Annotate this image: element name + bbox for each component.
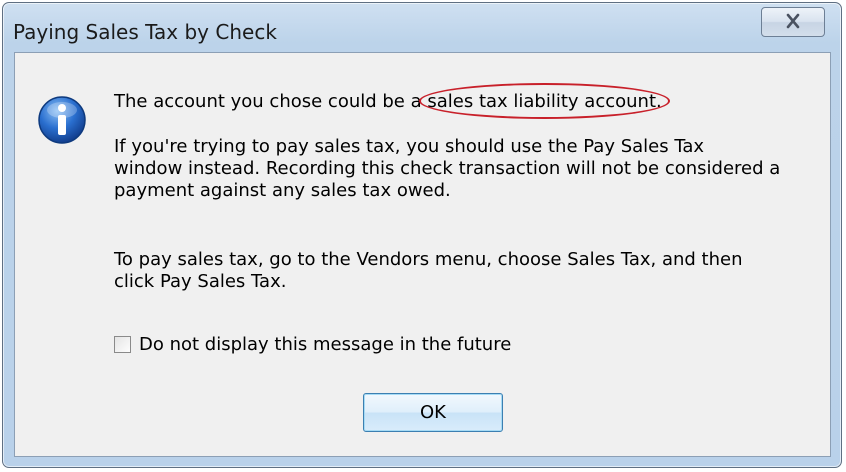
message-line-1: The account you chose could be a sales t… [114, 83, 670, 119]
highlighted-phrase-text: sales tax liability account. [427, 91, 662, 112]
close-icon [782, 10, 804, 34]
message-para-2-line-3: payment against any sales tax owed. [114, 180, 451, 201]
do-not-display-label[interactable]: Do not display this message in the futur… [139, 334, 511, 355]
info-icon [37, 95, 87, 145]
highlighted-phrase: sales tax liability account. [419, 83, 670, 119]
close-button[interactable] [761, 7, 825, 37]
message-para-2-line-2: window instead. Recording this check tra… [114, 158, 781, 179]
do-not-display-option[interactable]: Do not display this message in the futur… [114, 334, 511, 355]
ok-button[interactable]: OK [363, 393, 503, 432]
message-para-3-line-1: To pay sales tax, go to the Vendors menu… [114, 249, 743, 270]
message-prefix: The account you chose could be a [114, 91, 428, 112]
message-para-2-line-1: If you're trying to pay sales tax, you s… [114, 136, 705, 157]
do-not-display-checkbox[interactable] [114, 336, 131, 353]
dialog-window: Paying Sales Tax by Check The account yo… [2, 2, 842, 468]
dialog-body: The account you chose could be a sales t… [14, 52, 831, 457]
dialog-title: Paying Sales Tax by Check [13, 20, 277, 44]
message-para-3-line-2: click Pay Sales Tax. [114, 271, 287, 292]
